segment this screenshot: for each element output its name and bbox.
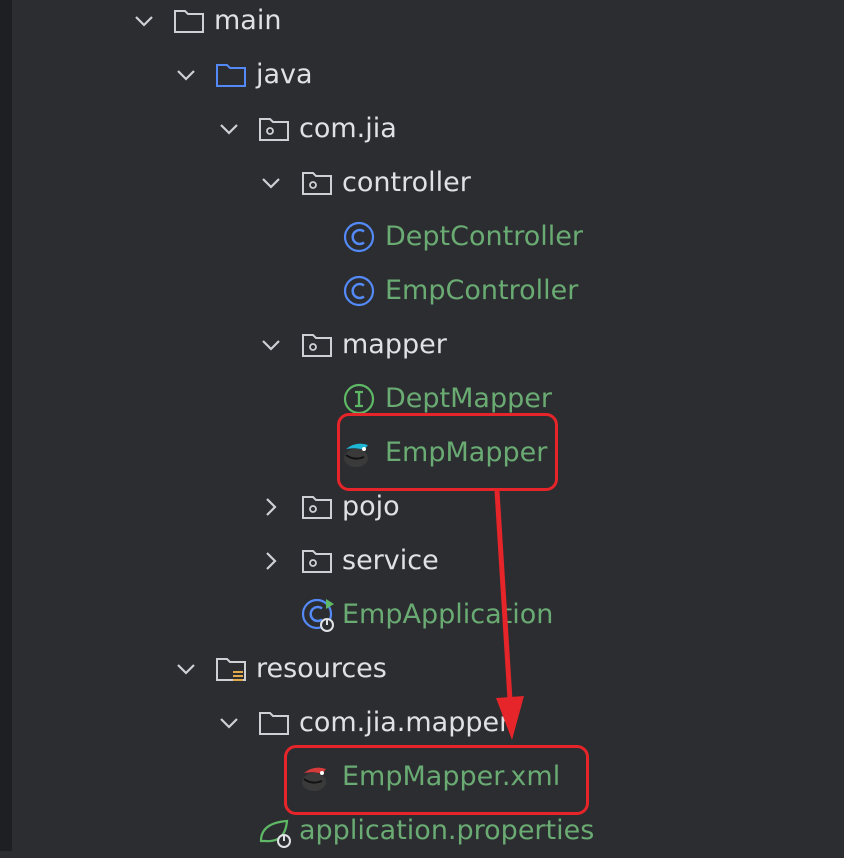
chevron-down-icon[interactable] [132, 9, 156, 33]
tree-item-label: java [256, 59, 313, 90]
tree-item-label: mapper [342, 329, 447, 360]
folder-icon [256, 705, 292, 741]
package-icon [256, 111, 292, 147]
tree-item-label: main [214, 5, 282, 36]
tree-item-label: EmpApplication [342, 599, 554, 630]
tree-item-deptcontroller[interactable]: DeptController [0, 210, 844, 264]
class-icon [341, 273, 377, 309]
tree-item-mapper[interactable]: mapper [0, 318, 844, 372]
package-icon [299, 165, 335, 201]
highlight-box-empmapper [337, 413, 558, 491]
highlight-box-empmapper-xml [284, 745, 589, 815]
chevron-down-icon[interactable] [259, 333, 283, 357]
chevron-down-icon[interactable] [174, 63, 198, 87]
tree-item-empcontroller[interactable]: EmpController [0, 264, 844, 318]
tree-item-com-jia-mapper[interactable]: com.jia.mapper [0, 696, 844, 750]
interface-icon [341, 381, 377, 417]
chevron-down-icon[interactable] [259, 171, 283, 195]
tree-item-label: com.jia [299, 113, 397, 144]
tree-item-empapplication[interactable]: EmpApplication [0, 588, 844, 642]
chevron-right-icon[interactable] [259, 549, 283, 573]
package-icon [299, 543, 335, 579]
tree-item-label: resources [256, 653, 387, 684]
resources-folder-icon [213, 651, 249, 687]
tree-item-controller[interactable]: controller [0, 156, 844, 210]
chevron-down-icon[interactable] [217, 117, 241, 141]
tree-item-service[interactable]: service [0, 534, 844, 588]
chevron-down-icon[interactable] [174, 657, 198, 681]
tree-item-label: EmpController [385, 275, 579, 306]
tree-item-label: controller [342, 167, 471, 198]
spring-boot-app-icon [300, 597, 336, 633]
tree-item-resources[interactable]: resources [0, 642, 844, 696]
chevron-down-icon[interactable] [217, 711, 241, 735]
class-icon [341, 219, 377, 255]
tree-item-label: DeptController [385, 221, 583, 252]
tree-item-label: service [342, 545, 439, 576]
tree-item-java[interactable]: java [0, 48, 844, 102]
source-folder-icon [213, 57, 249, 93]
package-icon [299, 327, 335, 363]
tree-item-com-jia[interactable]: com.jia [0, 102, 844, 156]
tree-item-label: com.jia.mapper [299, 707, 511, 738]
tree-item-main[interactable]: main [0, 0, 844, 48]
folder-icon [171, 3, 207, 39]
chevron-right-icon[interactable] [259, 495, 283, 519]
spring-properties-icon [257, 813, 293, 849]
package-icon [299, 489, 335, 525]
